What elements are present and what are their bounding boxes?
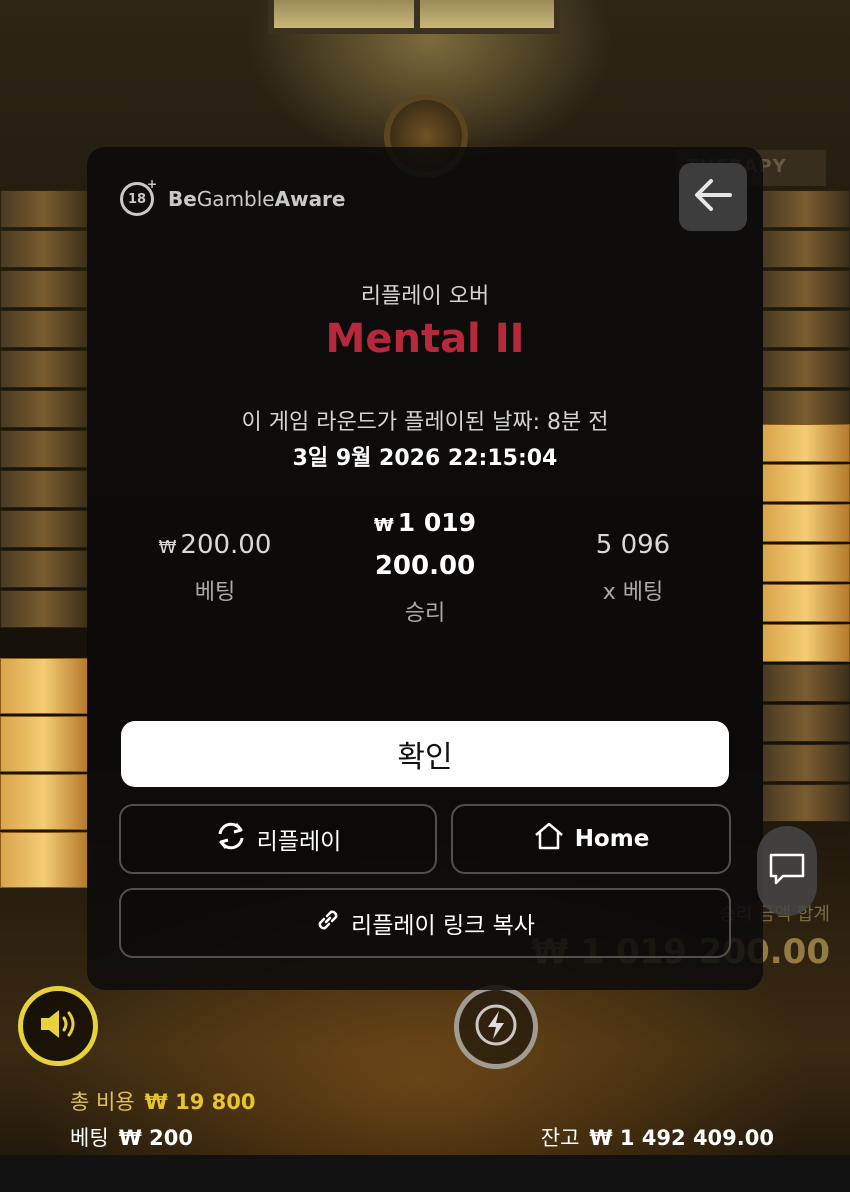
link-icon bbox=[315, 907, 341, 939]
game-title: Mental II bbox=[325, 316, 525, 362]
multiplier-stat: 5 096 x 베팅 bbox=[568, 530, 698, 606]
reel-symbol bbox=[0, 510, 88, 548]
chat-icon bbox=[767, 851, 807, 891]
lightning-icon bbox=[474, 1003, 518, 1051]
win-stat: ₩1 019 200.00 승리 bbox=[320, 508, 530, 627]
copy-replay-link-button[interactable]: 리플레이 링크 복사 bbox=[119, 888, 731, 958]
right-lit-reel-column bbox=[762, 424, 850, 664]
reel-symbol bbox=[0, 230, 88, 268]
reel-symbol bbox=[0, 716, 88, 772]
reel-symbol bbox=[762, 784, 850, 822]
multiplier-label: x 베팅 bbox=[602, 580, 664, 605]
reel-symbol bbox=[0, 590, 88, 628]
home-button[interactable]: Home bbox=[451, 804, 731, 874]
ga-prefix: Be bbox=[168, 187, 197, 211]
reel-symbol bbox=[762, 190, 850, 228]
win-currency: ₩ bbox=[373, 515, 394, 536]
reel-symbol bbox=[0, 270, 88, 308]
reel-symbol bbox=[0, 430, 88, 468]
win-amount-line2: 200.00 bbox=[374, 551, 476, 581]
skylight-decoration bbox=[268, 0, 560, 34]
age-18-badge: 18 + bbox=[120, 177, 157, 216]
bet-display: 베팅 ₩ 200 bbox=[70, 1122, 193, 1152]
reel-symbol bbox=[0, 832, 88, 888]
reel-symbol bbox=[762, 310, 850, 348]
home-button-label: Home bbox=[574, 826, 650, 852]
age-badge-text: 18 bbox=[127, 191, 147, 207]
reel-symbol bbox=[0, 470, 88, 508]
balance-display: 잔고 ₩ 1 492 409.00 bbox=[541, 1122, 774, 1152]
bet-amount: 200.00 bbox=[180, 530, 272, 560]
balance-value: ₩ 1 492 409.00 bbox=[589, 1126, 774, 1150]
speaker-icon bbox=[38, 1007, 78, 1045]
reel-symbol bbox=[0, 658, 88, 714]
left-reel-column bbox=[0, 190, 88, 630]
reel-symbol bbox=[762, 230, 850, 268]
begambleaware-text: BeGambleAware bbox=[168, 187, 346, 211]
reel-symbol bbox=[762, 544, 850, 582]
win-amount-line1: 1 019 bbox=[397, 508, 477, 537]
bet-label: 베팅 bbox=[70, 1126, 109, 1150]
played-when-text: 이 게임 라운드가 플레이된 날짜: 8분 전 bbox=[241, 410, 609, 435]
bet-stat-value: ₩200.00 bbox=[140, 530, 290, 560]
reel-symbol bbox=[762, 424, 850, 462]
right-lower-reel-column bbox=[762, 664, 850, 824]
reel-symbol bbox=[762, 390, 850, 428]
plus-icon: + bbox=[146, 177, 157, 191]
back-button[interactable] bbox=[679, 163, 747, 231]
sound-toggle-button[interactable] bbox=[18, 986, 98, 1066]
begambleaware-logo: 18 + BeGambleAware bbox=[120, 177, 346, 216]
total-cost: 총 비용 ₩ 19 800 bbox=[70, 1086, 256, 1116]
bet-currency: ₩ bbox=[158, 537, 177, 558]
chat-button[interactable] bbox=[757, 826, 817, 916]
turbo-button[interactable] bbox=[454, 985, 538, 1069]
total-cost-value: ₩ 19 800 bbox=[144, 1090, 256, 1114]
right-reel-column bbox=[762, 190, 850, 430]
confirm-button[interactable]: 확인 bbox=[121, 721, 729, 787]
replay-button[interactable]: 리플레이 bbox=[119, 804, 437, 874]
win-stat-label: 승리 bbox=[404, 601, 446, 626]
ga-suffix: Aware bbox=[274, 187, 346, 211]
reel-symbol bbox=[0, 390, 88, 428]
reel-symbol bbox=[0, 350, 88, 388]
played-date-text: 3일 9월 2026 22:15:04 bbox=[292, 446, 558, 471]
reel-symbol bbox=[762, 270, 850, 308]
win-stat-value-line1: ₩1 019 bbox=[320, 508, 530, 537]
bet-stat-label: 베팅 bbox=[194, 580, 236, 605]
reel-symbol bbox=[762, 464, 850, 502]
bet-value: ₩ 200 bbox=[118, 1126, 193, 1150]
arrow-left-icon bbox=[694, 178, 732, 216]
replay-over-label: 리플레이 오버 bbox=[360, 284, 490, 309]
reel-symbol bbox=[762, 504, 850, 542]
reel-symbol bbox=[762, 744, 850, 782]
balance-label: 잔고 bbox=[540, 1126, 580, 1150]
reel-symbol bbox=[0, 550, 88, 588]
bottom-strip bbox=[0, 1155, 850, 1192]
left-lit-reel-column bbox=[0, 658, 88, 890]
total-cost-label: 총 비용 bbox=[70, 1090, 135, 1114]
replay-button-label: 리플레이 bbox=[256, 829, 342, 855]
home-icon bbox=[533, 821, 565, 857]
reel-symbol bbox=[762, 704, 850, 742]
reel-symbol bbox=[0, 310, 88, 348]
reel-symbol bbox=[762, 624, 850, 662]
reel-symbol bbox=[762, 664, 850, 702]
reel-symbol bbox=[0, 190, 88, 228]
reel-symbol bbox=[762, 350, 850, 388]
refresh-icon bbox=[215, 821, 247, 857]
multiplier-value: 5 096 bbox=[595, 530, 671, 560]
copy-link-label: 리플레이 링크 복사 bbox=[351, 913, 535, 939]
bet-stat: ₩200.00 베팅 bbox=[140, 530, 290, 606]
reel-symbol bbox=[0, 774, 88, 830]
reel-symbol bbox=[762, 584, 850, 622]
ga-mid: Gamble bbox=[196, 187, 275, 211]
